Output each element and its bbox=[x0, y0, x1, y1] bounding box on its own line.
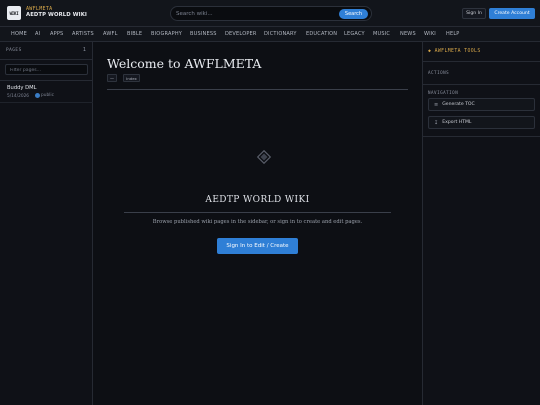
diamond-small-icon: ◆ bbox=[428, 49, 432, 54]
sign-in-to-edit-button[interactable]: Sign In to Edit / Create bbox=[217, 238, 298, 254]
logo-text: WIKI bbox=[9, 10, 19, 16]
page-item-title: Buddy DML bbox=[7, 85, 37, 91]
nav-music[interactable]: MUSIC bbox=[373, 27, 390, 42]
nav-help[interactable]: HELP bbox=[446, 27, 460, 42]
nav-developer[interactable]: DEVELOPER bbox=[225, 27, 257, 42]
nav-bible[interactable]: BIBLE bbox=[127, 27, 142, 42]
export-html-button[interactable]: ↧ Export HTML bbox=[428, 116, 535, 129]
navigation-section: NAVIGATION ≡ Generate TOC ↧ Export HTML bbox=[423, 85, 540, 137]
generate-toc-label: Generate TOC bbox=[442, 102, 475, 107]
list-item[interactable]: Buddy DML 5/14/2026 public bbox=[0, 81, 93, 103]
wiki-logo[interactable]: WIKI bbox=[7, 6, 21, 20]
tools-panel: ◆ AWFLMETA TOOLS ACTIONS NAVIGATION ≡ Ge… bbox=[422, 42, 540, 405]
tools-title: ◆ AWFLMETA TOOLS bbox=[428, 49, 481, 54]
pages-count: 1 bbox=[82, 47, 86, 53]
nav-business[interactable]: BUSINESS bbox=[190, 27, 217, 42]
diamond-icon bbox=[257, 150, 271, 164]
hero-divider bbox=[124, 212, 391, 213]
list-icon: ≡ bbox=[434, 101, 439, 108]
page-item-date: 5/14/2026 bbox=[7, 94, 30, 99]
collapse-button[interactable]: — bbox=[107, 74, 117, 82]
nav-biography[interactable]: BIOGRAPHY bbox=[151, 27, 182, 42]
top-header: WIKI AWFLMETA AEDTP WORLD WIKI Search Si… bbox=[0, 0, 540, 27]
nav-awfl[interactable]: AWFL bbox=[103, 27, 118, 42]
tools-title-text: AWFLMETA TOOLS bbox=[434, 49, 481, 54]
actions-label: ACTIONS bbox=[428, 70, 450, 75]
globe-icon bbox=[35, 93, 40, 98]
nav-wiki[interactable]: WIKI bbox=[424, 27, 436, 42]
search-input[interactable] bbox=[176, 9, 336, 19]
create-account-button[interactable]: Create Account bbox=[489, 8, 535, 19]
filter-box bbox=[5, 64, 88, 75]
filter-pages-input[interactable] bbox=[10, 66, 84, 74]
pages-title: PAGES bbox=[6, 48, 22, 53]
generate-toc-button[interactable]: ≡ Generate TOC bbox=[428, 98, 535, 111]
sign-in-button[interactable]: Sign In bbox=[462, 8, 486, 19]
hero-subtitle: Browse published wiki pages in the sideb… bbox=[152, 219, 363, 225]
download-icon: ↧ bbox=[434, 119, 439, 126]
pages-header: PAGES 1 bbox=[0, 42, 93, 60]
nav-news[interactable]: NEWS bbox=[400, 27, 416, 42]
nav-home[interactable]: HOME bbox=[11, 27, 27, 42]
search-box: Search bbox=[170, 6, 372, 21]
page-item-author: public bbox=[35, 93, 54, 98]
page-item-author-label: public bbox=[41, 93, 54, 98]
search-button[interactable]: Search bbox=[339, 9, 368, 19]
page-title: Welcome to AWFLMETA bbox=[107, 56, 262, 71]
tools-header: ◆ AWFLMETA TOOLS bbox=[423, 42, 540, 62]
hero-title: AEDTP WORLD WIKI bbox=[205, 195, 310, 205]
index-button[interactable]: Index bbox=[123, 74, 140, 82]
nav-education[interactable]: EDUCATION bbox=[306, 27, 337, 42]
nav-legacy[interactable]: LEGACY bbox=[344, 27, 365, 42]
title-divider bbox=[107, 89, 408, 90]
export-html-label: Export HTML bbox=[442, 120, 472, 125]
actions-section: ACTIONS bbox=[423, 62, 540, 85]
category-nav: HOME AI APPS ARTISTS AWFL BIBLE BIOGRAPH… bbox=[0, 27, 540, 42]
navigation-label: NAVIGATION bbox=[428, 90, 459, 95]
nav-dictionary[interactable]: DICTIONARY bbox=[264, 27, 297, 42]
nav-apps[interactable]: APPS bbox=[50, 27, 63, 42]
brand-title[interactable]: AEDTP WORLD WIKI bbox=[26, 12, 87, 18]
nav-ai[interactable]: AI bbox=[35, 27, 40, 42]
nav-artists[interactable]: ARTISTS bbox=[72, 27, 94, 42]
pages-sidebar: PAGES 1 Buddy DML 5/14/2026 public bbox=[0, 42, 93, 405]
